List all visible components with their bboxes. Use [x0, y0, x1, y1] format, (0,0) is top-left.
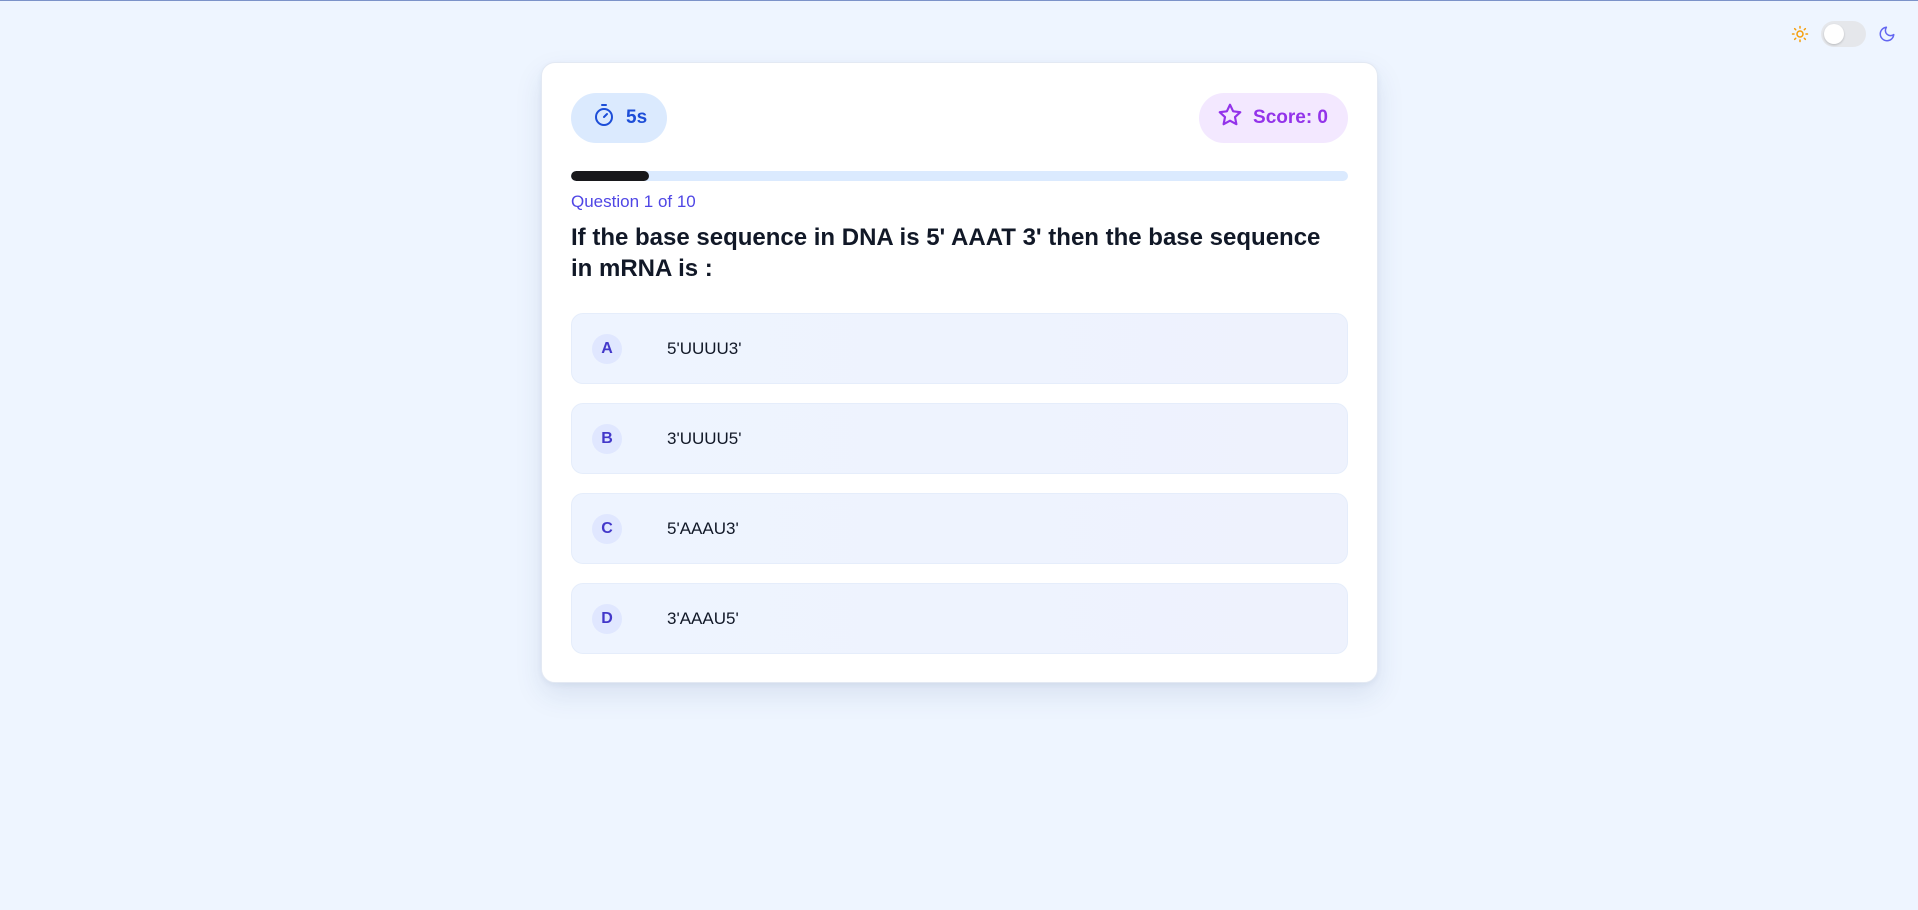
moon-icon: [1878, 25, 1896, 43]
progress-fill: [571, 171, 649, 181]
option-text: 3'AAAU5': [667, 608, 739, 628]
progress-bar: [571, 171, 1348, 181]
quiz-card: 5s Score: 0 Question 1 of 10 If the base…: [541, 62, 1378, 683]
timer-icon: [592, 103, 616, 133]
option-text: 5'AAAU3': [667, 518, 739, 538]
score-badge: Score: 0: [1199, 93, 1348, 143]
answer-options: A 5'UUUU3' B 3'UUUU5' C 5'AAAU3' D 3'AAA…: [571, 313, 1348, 654]
question-counter: Question 1 of 10: [571, 192, 696, 211]
theme-toggle: [1791, 21, 1896, 47]
option-text: 5'UUUU3': [667, 338, 742, 358]
option-letter: A: [592, 333, 622, 364]
option-text: 3'UUUU5': [667, 428, 742, 448]
option-letter: C: [592, 513, 622, 544]
option-d-button[interactable]: D 3'AAAU5': [571, 583, 1348, 654]
question-text: If the base sequence in DNA is 5' AAAT 3…: [571, 224, 1321, 282]
timer-value: 5s: [626, 107, 648, 128]
option-a-button[interactable]: A 5'UUUU3': [571, 313, 1348, 384]
quiz-header: 5s Score: 0: [571, 93, 1348, 143]
timer-badge: 5s: [571, 93, 668, 143]
option-letter: D: [592, 603, 622, 634]
star-icon: [1217, 102, 1243, 134]
option-c-button[interactable]: C 5'AAAU3': [571, 493, 1348, 564]
score-value: Score: 0: [1253, 107, 1328, 128]
option-letter: B: [592, 423, 622, 454]
sun-icon: [1791, 25, 1809, 43]
option-b-button[interactable]: B 3'UUUU5': [571, 403, 1348, 474]
dark-mode-switch[interactable]: [1821, 21, 1866, 47]
switch-knob: [1824, 24, 1844, 44]
